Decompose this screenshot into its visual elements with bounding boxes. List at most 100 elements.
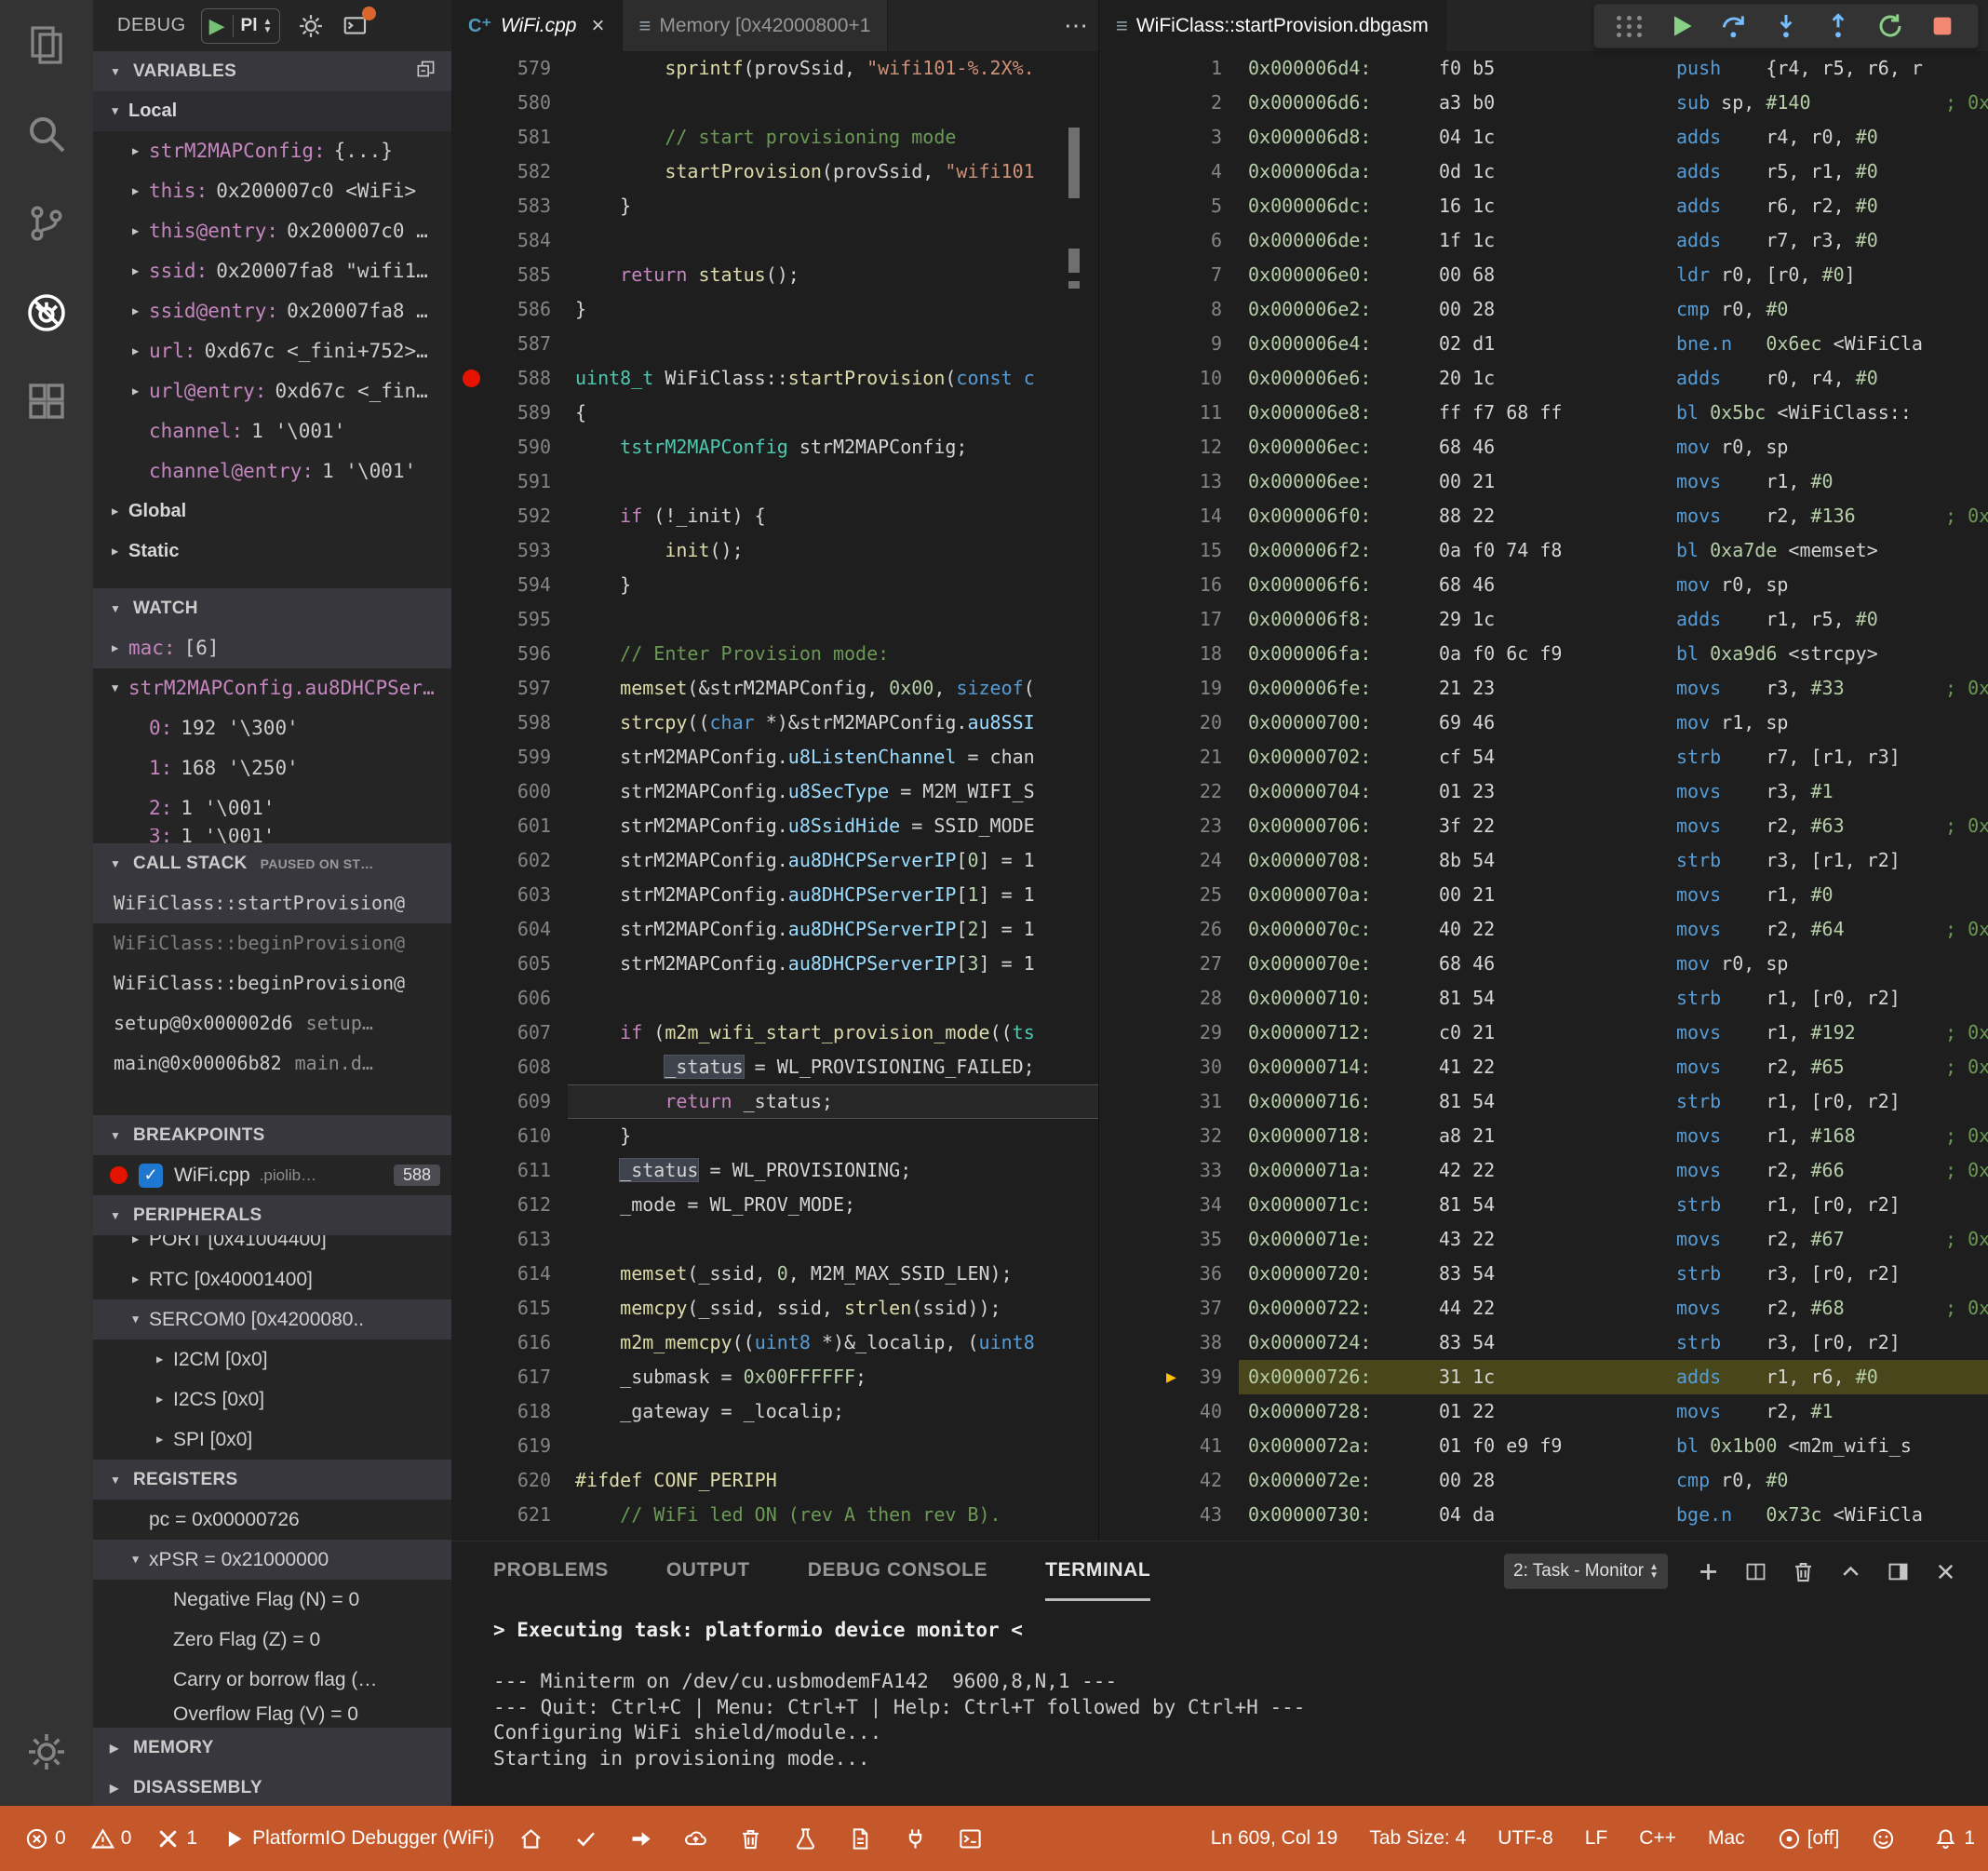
- code-line-596[interactable]: 596 // Enter Provision mode:: [451, 637, 1098, 671]
- code-line-611[interactable]: 611 _status = WL_PROVISIONING;: [451, 1153, 1098, 1188]
- extensions-icon[interactable]: [0, 357, 93, 447]
- asm-line-38[interactable]: 380x00000724:83 54strb r3, [r0, r2]: [1099, 1326, 1988, 1360]
- code-line-607[interactable]: 607 if (m2m_wifi_start_provision_mode((t…: [451, 1016, 1098, 1050]
- tree-item[interactable]: 3:1 '\001': [93, 828, 451, 843]
- tree-item[interactable]: Carry or borrow flag (…: [93, 1660, 451, 1700]
- tab-memory[interactable]: ≡ Memory [0x42000800+1: [623, 0, 889, 51]
- settings-gear-icon[interactable]: [0, 1707, 93, 1797]
- trash-icon[interactable]: [1791, 1559, 1816, 1584]
- section-header-peripherals[interactable]: ▼PERIPHERALS: [93, 1195, 451, 1235]
- code-line-614[interactable]: 614 memset(_ssid, 0, M2M_MAX_SSID_LEN);: [451, 1257, 1098, 1291]
- tree-item[interactable]: ▶SPI [0x0]: [93, 1420, 451, 1460]
- tree-item[interactable]: ▼SERCOM0 [0x4200080..: [93, 1299, 451, 1339]
- tree-item[interactable]: ▶this@entry:0x200007c0 …: [93, 211, 451, 251]
- code-line-601[interactable]: 601 strM2MAPConfig.u8SsidHide = SSID_MOD…: [451, 809, 1098, 843]
- status-item-bell[interactable]: 1: [1933, 1826, 1975, 1851]
- code-line-603[interactable]: 603 strM2MAPConfig.au8DHCPServerIP[1] = …: [451, 878, 1098, 912]
- tree-item[interactable]: ▶I2CM [0x0]: [93, 1339, 451, 1380]
- asm-line-33[interactable]: 330x0000071a:42 22movs r2, #66 ; 0x42: [1099, 1153, 1988, 1188]
- status-item-terminal[interactable]: [958, 1826, 988, 1851]
- code-line-590[interactable]: 590 tstrM2MAPConfig strM2MAPConfig;: [451, 430, 1098, 464]
- code-line-606[interactable]: 606: [451, 981, 1098, 1016]
- code-line-608[interactable]: 608 _status = WL_PROVISIONING_FAILED;: [451, 1050, 1098, 1084]
- status-item-flask[interactable]: [793, 1826, 824, 1851]
- step-into-icon[interactable]: [1760, 6, 1812, 47]
- asm-line-1[interactable]: 10x000006d4:f0 b5push {r4, r5, r6, r: [1099, 51, 1988, 86]
- start-debug-icon[interactable]: ▶: [209, 14, 225, 38]
- status-item-target[interactable]: [off]: [1777, 1826, 1840, 1851]
- tab-wifi-cpp[interactable]: C⁺ WiFi.cpp ×: [451, 0, 623, 51]
- tree-item[interactable]: pc = 0x00000726: [93, 1500, 451, 1540]
- status-item-tab-size-4[interactable]: Tab Size: 4: [1369, 1827, 1466, 1850]
- code-line-589[interactable]: 589{: [451, 396, 1098, 430]
- asm-line-7[interactable]: 70x000006e0:00 68ldr r0, [r0, #0]: [1099, 258, 1988, 292]
- code-line-597[interactable]: 597 memset(&strM2MAPConfig, 0x00, sizeof…: [451, 671, 1098, 706]
- panel-tab-output[interactable]: OUTPUT: [666, 1541, 750, 1601]
- step-over-icon[interactable]: [1708, 6, 1760, 47]
- status-item-error[interactable]: 0: [24, 1826, 66, 1851]
- code-line-600[interactable]: 600 strM2MAPConfig.u8SecType = M2M_WIFI_…: [451, 774, 1098, 809]
- section-header-variables[interactable]: ▼VARIABLES: [93, 51, 451, 91]
- asm-line-22[interactable]: 220x00000704:01 23movs r3, #1: [1099, 774, 1988, 809]
- chevron-up-icon[interactable]: [1838, 1559, 1863, 1584]
- status-item-trash[interactable]: [738, 1826, 769, 1851]
- callstack-frame[interactable]: WiFiClass::beginProvision@: [93, 923, 451, 963]
- restart-icon[interactable]: [1864, 6, 1916, 47]
- plus-icon[interactable]: [1696, 1559, 1721, 1584]
- breakpoint-row[interactable]: ✓WiFi.cpp.piolib…588: [93, 1155, 451, 1195]
- asm-line-21[interactable]: 210x00000702:cf 54strb r7, [r1, r3]: [1099, 740, 1988, 774]
- terminal-output[interactable]: > Executing task: platformio device moni…: [451, 1601, 1988, 1771]
- tree-item[interactable]: ▶ssid@entry:0x20007fa8 …: [93, 291, 451, 331]
- tree-item[interactable]: 0:192 '\300': [93, 708, 451, 748]
- status-item-file-edit[interactable]: [848, 1826, 879, 1851]
- asm-line-16[interactable]: 160x000006f6:68 46mov r0, sp: [1099, 568, 1988, 602]
- asm-line-27[interactable]: 270x0000070e:68 46mov r0, sp: [1099, 947, 1988, 981]
- stop-icon[interactable]: [1916, 6, 1968, 47]
- asm-line-32[interactable]: 320x00000718:a8 21movs r1, #168 ; 0xa8: [1099, 1119, 1988, 1153]
- asm-line-34[interactable]: 340x0000071c:81 54strb r1, [r0, r2]: [1099, 1188, 1988, 1222]
- panel-tab-terminal[interactable]: TERMINAL: [1045, 1541, 1150, 1601]
- asm-line-11[interactable]: 110x000006e8:ff f7 68 ffbl 0x5bc <WiFiCl…: [1099, 396, 1988, 430]
- tree-item[interactable]: ▶PORT [0x41004400]: [93, 1235, 451, 1259]
- code-line-621[interactable]: 621 // WiFi led ON (rev A then rev B).: [451, 1498, 1098, 1532]
- code-line-592[interactable]: 592 if (!_init) {: [451, 499, 1098, 533]
- asm-line-12[interactable]: 120x000006ec:68 46mov r0, sp: [1099, 430, 1988, 464]
- code-line-598[interactable]: 598 strcpy((char *)&strM2MAPConfig.au8SS…: [451, 706, 1098, 740]
- code-line-609[interactable]: 609 return _status;: [451, 1084, 1098, 1119]
- status-item-utf-8[interactable]: UTF-8: [1498, 1827, 1553, 1850]
- tree-item[interactable]: 2:1 '\001': [93, 788, 451, 828]
- tree-item[interactable]: Zero Flag (Z) = 0: [93, 1620, 451, 1660]
- tree-item[interactable]: ▼xPSR = 0x21000000: [93, 1540, 451, 1580]
- code-editor-wifi-cpp[interactable]: 579 sprintf(provSsid, "wifi101-%.2X%.580…: [451, 51, 1098, 1541]
- code-line-581[interactable]: 581 // start provisioning mode: [451, 120, 1098, 155]
- status-item-tools[interactable]: 1: [155, 1826, 197, 1851]
- tree-item[interactable]: channel:1 '\001': [93, 411, 451, 451]
- status-item-mac[interactable]: Mac: [1708, 1827, 1745, 1850]
- status-item-lf[interactable]: LF: [1585, 1827, 1608, 1850]
- asm-line-4[interactable]: 40x000006da:0d 1cadds r5, r1, #0: [1099, 155, 1988, 189]
- code-line-579[interactable]: 579 sprintf(provSsid, "wifi101-%.2X%.: [451, 51, 1098, 86]
- asm-line-20[interactable]: 200x00000700:69 46mov r1, sp: [1099, 706, 1988, 740]
- asm-line-15[interactable]: 150x000006f2:0a f0 74 f8bl 0xa7de <memse…: [1099, 533, 1988, 568]
- code-line-593[interactable]: 593 init();: [451, 533, 1098, 568]
- tree-item[interactable]: ▶url:0xd67c <_fini+752>…: [93, 331, 451, 371]
- asm-line-13[interactable]: 130x000006ee:00 21movs r1, #0: [1099, 464, 1988, 499]
- code-line-610[interactable]: 610 }: [451, 1119, 1098, 1153]
- asm-line-39[interactable]: ▶390x00000726:31 1cadds r1, r6, #0: [1099, 1360, 1988, 1394]
- code-line-617[interactable]: 617 _submask = 0x00FFFFFF;: [451, 1360, 1098, 1394]
- status-item-ln-609-col-19[interactable]: Ln 609, Col 19: [1211, 1827, 1338, 1850]
- tree-item[interactable]: ▶ssid:0x20007fa8 "wifi1…: [93, 251, 451, 291]
- split-icon[interactable]: [1743, 1559, 1768, 1584]
- asm-line-24[interactable]: 240x00000708:8b 54strb r3, [r1, r2]: [1099, 843, 1988, 878]
- asm-line-3[interactable]: 30x000006d8:04 1cadds r4, r0, #0: [1099, 120, 1988, 155]
- tree-item[interactable]: ▼strM2MAPConfig.au8DHCPSer…: [93, 668, 451, 708]
- code-line-618[interactable]: 618 _gateway = _localip;: [451, 1394, 1098, 1429]
- section-header-call-stack[interactable]: ▼CALL STACKPAUSED ON ST…: [93, 843, 451, 883]
- code-line-584[interactable]: 584: [451, 223, 1098, 258]
- status-item-cloud-upload[interactable]: [683, 1826, 714, 1851]
- breakpoint-checkbox[interactable]: ✓: [139, 1164, 163, 1188]
- code-line-604[interactable]: 604 strM2MAPConfig.au8DHCPServerIP[2] = …: [451, 912, 1098, 947]
- code-line-594[interactable]: 594 }: [451, 568, 1098, 602]
- asm-line-17[interactable]: 170x000006f8:29 1cadds r1, r5, #0: [1099, 602, 1988, 637]
- asm-line-10[interactable]: 100x000006e6:20 1cadds r0, r4, #0: [1099, 361, 1988, 396]
